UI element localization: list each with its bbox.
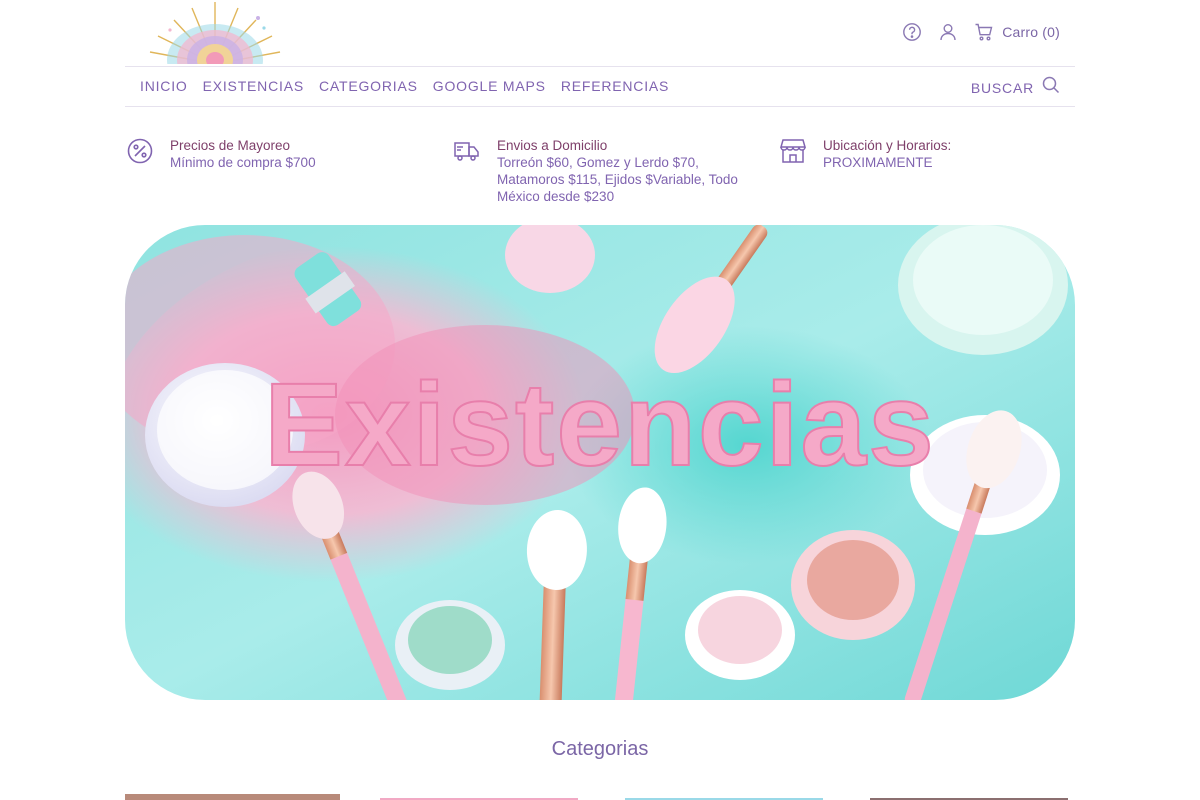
info-title: Envios a Domicilio — [497, 138, 608, 153]
store-icon — [779, 137, 807, 165]
info-title: Precios de Mayoreo — [170, 138, 291, 153]
nav-item-categorias[interactable]: CATEGORIAS — [319, 76, 418, 96]
header-actions: Carro (0) — [902, 22, 1060, 42]
info-title: Ubicación y Horarios: — [823, 138, 952, 153]
nav-item-existencias[interactable]: EXISTENCIAS — [203, 76, 304, 96]
cart-button[interactable]: Carro (0) — [974, 22, 1060, 42]
nav-item-referencias[interactable]: REFERENCIAS — [561, 76, 669, 96]
info-desc: PROXIMAMENTE — [823, 155, 933, 170]
help-icon[interactable] — [902, 22, 922, 42]
categories-row — [125, 794, 1075, 800]
search-label: BUSCAR — [970, 79, 1034, 96]
nav-item-inicio[interactable]: INICIO — [140, 76, 188, 96]
logo-icon — [149, 2, 281, 64]
info-shipping: Envios a Domicilio Torreón $60, Gomez y … — [453, 137, 753, 205]
search-icon — [1042, 76, 1060, 99]
nav-divider — [125, 106, 1075, 107]
brand-logo[interactable] — [140, 0, 290, 64]
info-desc: Torreón $60, Gomez y Lerdo $70, Matamoro… — [497, 155, 738, 204]
info-desc: Mínimo de compra $700 — [170, 155, 316, 170]
header-divider — [125, 66, 1075, 67]
category-card[interactable] — [125, 794, 340, 800]
percent-icon — [126, 137, 154, 165]
nav-item-google-maps[interactable]: GOOGLE MAPS — [433, 76, 546, 96]
search-button[interactable]: BUSCAR — [971, 76, 1060, 99]
main-nav: INICIO EXISTENCIAS CATEGORIAS GOOGLE MAP… — [140, 76, 684, 96]
truck-icon — [453, 137, 481, 165]
hero-image: Existencias — [125, 225, 1075, 700]
categories-title: Categorias — [551, 738, 649, 760]
user-icon[interactable] — [938, 22, 958, 42]
hero-banner[interactable]: Existencias — [125, 225, 1075, 700]
banner-text: Existencias — [264, 359, 935, 491]
cart-icon — [974, 22, 994, 42]
info-wholesale: Precios de Mayoreo Mínimo de compra $700 — [126, 137, 426, 171]
info-location: Ubicación y Horarios: PROXIMAMENTE — [779, 137, 1079, 171]
cart-label: Carro (0) — [1002, 24, 1060, 40]
